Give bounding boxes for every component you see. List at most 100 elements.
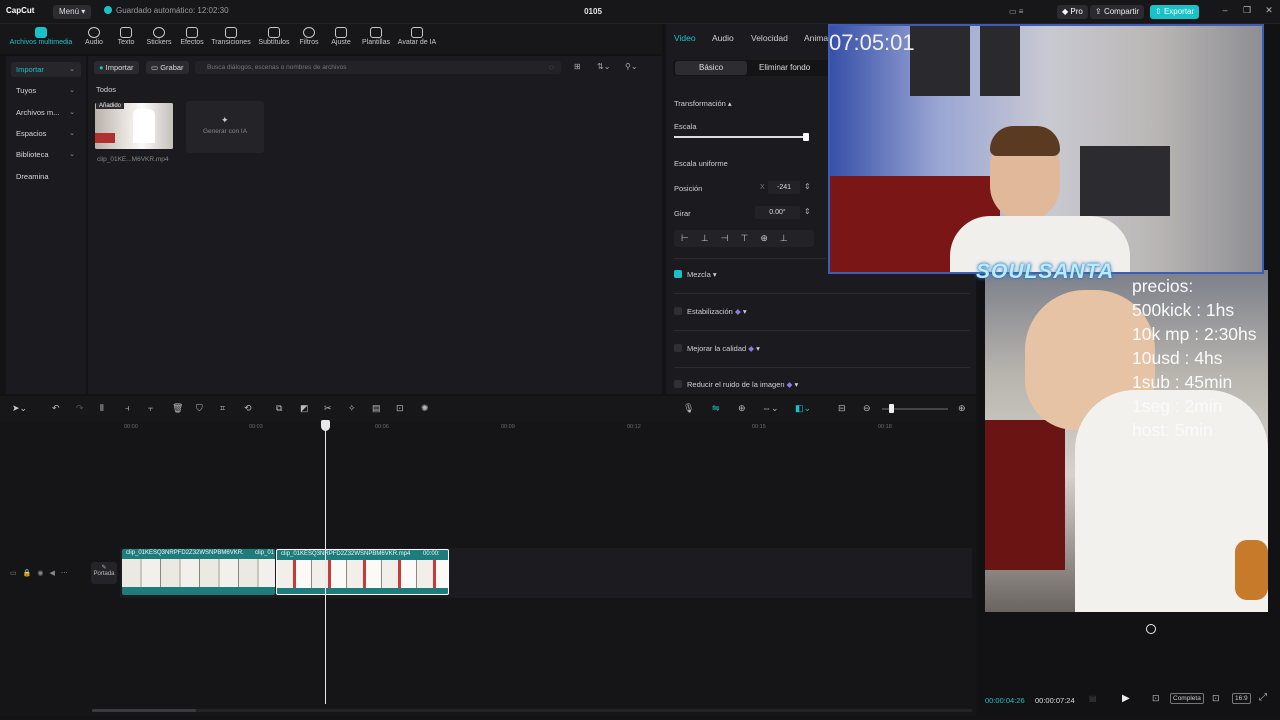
align-toolbar[interactable]: ⊢⊥⊣⊤⊕⊥ — [674, 230, 814, 247]
filter-icon — [303, 27, 315, 38]
sidebar-item-import[interactable]: Importar ⌄ — [11, 62, 81, 77]
rotate-input[interactable]: 0.00° — [755, 206, 800, 219]
project-title[interactable]: 0105 — [560, 7, 626, 16]
restore-icon[interactable]: ❐ — [1241, 5, 1253, 16]
sort-icon[interactable]: ⇅⌄ — [597, 62, 610, 71]
track-controls[interactable]: ▭🔒◉◀⋯ — [10, 569, 74, 577]
link-icon[interactable]: ⇔⌄ — [762, 403, 779, 414]
cover-button[interactable]: ✎ Portada — [91, 562, 117, 584]
timeline-clip[interactable]: clip_01KESQ3NRPFD2Z32WSNPBM6VKR. clip_01 — [122, 549, 275, 595]
stepper-icon[interactable]: ⇕ — [804, 207, 811, 216]
tool-label: Plantillas — [361, 39, 390, 46]
stabilize-toggle[interactable]: Estabilización ◆ ▾ — [674, 307, 747, 316]
quality-button[interactable]: Completa — [1170, 693, 1204, 704]
sidebar-item-media-files[interactable]: Archivos m... ⌄ — [11, 105, 81, 120]
tool-filters[interactable]: Filtros — [294, 27, 324, 46]
tool-media[interactable]: Archivos multimedia — [5, 27, 77, 46]
zoom-in-icon[interactable]: ⊕ — [958, 403, 966, 414]
magic-icon[interactable]: ✧ — [348, 403, 356, 414]
cursor-icon[interactable]: ➤⌄ — [12, 403, 27, 414]
rotate-icon[interactable]: ◩ — [300, 403, 309, 414]
tool-text[interactable]: Texto — [111, 27, 141, 46]
pro-button[interactable]: ◆ Pro — [1057, 5, 1088, 19]
tab-audio[interactable]: Audio — [712, 33, 734, 43]
mirror-icon[interactable]: ⧉ — [276, 403, 282, 414]
tool-avatar[interactable]: Avatar de IA — [395, 27, 439, 46]
position-x-input[interactable]: -241 — [768, 181, 800, 194]
divider — [674, 330, 970, 331]
timeline-clip-selected[interactable]: clip_01KESQ3NRPFD2Z32WSNPBM6VKR.mp4 00:0… — [276, 549, 449, 595]
sidebar-item-dreamina[interactable]: Dreamina — [11, 169, 81, 184]
preview-axis-icon[interactable]: ◧⌄ — [795, 403, 811, 414]
export-button[interactable]: ⇧ Exportar — [1150, 5, 1200, 19]
timeline-scrollbar[interactable] — [92, 709, 972, 712]
reframe-icon[interactable]: ⊡ — [396, 403, 404, 414]
zoom-out-icon[interactable]: ⊖ — [863, 403, 871, 414]
sidebar-item-yours[interactable]: Tuyos ⌄ — [11, 83, 81, 98]
tab-speed[interactable]: Velocidad — [751, 33, 788, 43]
media-thumbnail[interactable] — [95, 103, 173, 149]
split-icon[interactable]: ⫴ — [100, 403, 104, 414]
import-button[interactable]: ● Importar — [94, 61, 139, 74]
layout-icon[interactable]: ▭ ≡ — [1004, 5, 1044, 19]
blend-toggle[interactable]: Mezcla ▾ — [674, 270, 717, 279]
search-input[interactable]: Busca diálogos, escenas o nombres de arc… — [195, 61, 561, 74]
play-icon[interactable]: ▶ — [1122, 693, 1130, 704]
scale-slider[interactable] — [674, 136, 806, 138]
generate-ai-card[interactable] — [186, 101, 264, 153]
share-button[interactable]: ⇪ Compartir — [1090, 5, 1145, 19]
delete-icon[interactable]: 🗑 — [172, 403, 183, 414]
spinner-icon — [1146, 624, 1156, 634]
snap-icon[interactable]: ⊕ — [738, 403, 746, 414]
timeline-scrollbar-thumb[interactable] — [92, 709, 196, 712]
crop-icon[interactable]: ⌗ — [220, 403, 225, 414]
sidebar-item-spaces[interactable]: Espacios ⌄ — [11, 126, 81, 141]
marker-icon[interactable]: ⛉ — [196, 403, 203, 414]
tool-stickers[interactable]: Stickers — [142, 27, 176, 46]
waveform-icon[interactable]: ▤ — [1089, 694, 1097, 703]
edit-preview-icon[interactable]: ⊡ — [1152, 693, 1160, 704]
denoise-toggle[interactable]: Reducir el ruido de la imagen ◆ ▾ — [674, 380, 798, 389]
tool-transitions[interactable]: Transiciones — [208, 27, 254, 46]
redo-icon[interactable]: ↷ — [76, 403, 84, 414]
tab-video[interactable]: Video — [674, 33, 696, 43]
cutout-icon[interactable]: ✂ — [324, 403, 332, 414]
microphone-icon[interactable]: 🎙 — [683, 403, 694, 414]
close-icon[interactable]: ✕ — [1263, 5, 1275, 16]
tool-label: Avatar de IA — [397, 39, 437, 46]
transform-heading[interactable]: Transformación ▴ — [674, 99, 732, 108]
tool-adjust[interactable]: Ajuste — [325, 27, 357, 46]
avatar-icon — [411, 27, 423, 38]
refresh-icon[interactable]: ◌ — [549, 63, 554, 72]
undo-icon[interactable]: ↶ — [52, 403, 60, 414]
sidebar-item-library[interactable]: Biblioteca ⌄ — [11, 147, 81, 162]
freeze-icon[interactable]: ⟲ — [244, 403, 252, 414]
filter-icon[interactable]: ⚲⌄ — [625, 62, 638, 71]
grid-view-icon[interactable]: ⊞ — [574, 62, 581, 71]
ratio-button[interactable]: 16:9 — [1232, 693, 1251, 704]
minimize-icon[interactable]: – — [1219, 5, 1231, 15]
split-right-icon[interactable]: ⫟ — [148, 403, 153, 414]
ai-effects-icon[interactable]: ✺ — [421, 403, 429, 414]
playhead[interactable] — [325, 420, 326, 704]
stepper-icon[interactable]: ⇕ — [804, 182, 811, 191]
tool-audio[interactable]: Audio — [78, 27, 110, 46]
fullscreen-icon[interactable]: ⤢ — [1259, 692, 1267, 703]
scale-slider-handle[interactable] — [803, 133, 809, 141]
tool-templates[interactable]: Plantillas — [358, 27, 394, 46]
captions-icon[interactable]: ▤ — [372, 403, 381, 414]
tool-effects[interactable]: Efectos — [177, 27, 207, 46]
menu-button[interactable]: Menú ▾ — [53, 5, 92, 19]
snapshot-icon[interactable]: ⊡ — [1212, 693, 1220, 704]
timeline-settings-icon[interactable]: ⊟ — [838, 403, 846, 414]
tab-basic[interactable]: Básico — [699, 63, 723, 72]
tab-remove-bg[interactable]: Eliminar fondo — [759, 63, 810, 72]
link-main-track-icon[interactable]: ⇋ — [712, 403, 720, 414]
tool-subtitles[interactable]: Subtítulos — [255, 27, 293, 46]
record-button[interactable]: ▭ Grabar — [146, 61, 189, 74]
zoom-slider-handle[interactable] — [889, 404, 894, 413]
enhance-toggle[interactable]: Mejorar la calidad ◆ ▾ — [674, 344, 760, 353]
tab-animation[interactable]: Anima — [804, 33, 828, 43]
split-left-icon[interactable]: ⫞ — [125, 403, 130, 414]
denoise-label: Reducir el ruido de la imagen — [687, 380, 785, 389]
